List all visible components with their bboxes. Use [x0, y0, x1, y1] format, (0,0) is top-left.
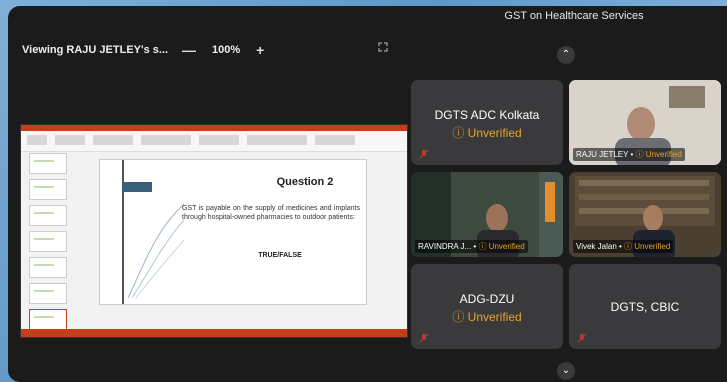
participant-tile[interactable]: DGTS ADC Kolkata ⓘ Unverified	[411, 80, 563, 165]
slide-canvas: Question 2 GST is payable on the supply …	[99, 159, 367, 305]
participant-tile[interactable]: ADG-DZU ⓘ Unverified	[411, 264, 563, 349]
slide-thumbnail[interactable]	[29, 283, 67, 304]
slide-thumbnail[interactable]	[29, 231, 67, 252]
mic-off-icon	[419, 149, 429, 159]
chevron-up-icon[interactable]: ⌃	[557, 46, 575, 64]
participant-tile-video[interactable]: RAVINDRA J... • ⓘ Unverified	[411, 172, 563, 257]
mic-off-icon	[577, 333, 587, 343]
slide-thumbnail-selected[interactable]	[29, 309, 67, 330]
slide-thumbnail[interactable]	[29, 153, 67, 174]
shared-screen: Question 2 GST is payable on the supply …	[20, 124, 408, 338]
zoom-out-button[interactable]: —	[182, 42, 196, 58]
slide-accent-tag	[122, 182, 152, 192]
participant-tile-video[interactable]: RAJU JETLEY • ⓘ Unverified	[569, 80, 721, 165]
share-title: Viewing RAJU JETLEY's s...	[22, 44, 169, 56]
zoom-level: 100%	[212, 44, 241, 56]
chevron-down-icon[interactable]: ⌄	[557, 362, 575, 380]
participant-status: ⓘ Unverified	[452, 310, 522, 324]
participant-name: DGTS ADC Kolkata	[434, 108, 540, 122]
expand-icon[interactable]	[378, 42, 388, 52]
slide-answer-options: TRUE/FALSE	[258, 252, 302, 259]
slide-question-body: GST is payable on the supply of medicine…	[182, 205, 360, 221]
slide-thumbnail[interactable]	[29, 179, 67, 200]
slide-thumbnail[interactable]	[29, 257, 67, 278]
meeting-title: GST on Healthcare Services	[504, 10, 644, 22]
warning-icon: ⓘ	[452, 126, 468, 140]
participant-tile-video[interactable]: Vivek Jalan • ⓘ Unverified	[569, 172, 721, 257]
participant-status: ⓘ Unverified	[452, 126, 522, 140]
participant-tile[interactable]: DGTS, CBIC	[569, 264, 721, 349]
screen-share-toolbar: Viewing RAJU JETLEY's s... — 100% +	[22, 38, 274, 62]
mic-off-icon	[419, 333, 429, 343]
participant-name: ADG-DZU	[459, 292, 515, 306]
slide-thumbnails	[23, 153, 67, 330]
warning-icon: ⓘ	[452, 310, 468, 324]
zoom-in-button[interactable]: +	[256, 42, 264, 58]
participant-label: RAJU JETLEY • ⓘ Unverified	[573, 148, 685, 161]
participant-name: DGTS, CBIC	[610, 300, 680, 314]
leaf-decoration	[127, 203, 185, 299]
participant-label: RAVINDRA J... • ⓘ Unverified	[415, 240, 528, 253]
slide-question-title: Question 2	[276, 176, 334, 188]
slide-thumbnail[interactable]	[29, 205, 67, 226]
ppt-ribbon	[21, 131, 407, 152]
participant-label: Vivek Jalan • ⓘ Unverified	[573, 240, 674, 253]
meeting-window: Viewing RAJU JETLEY's s... — 100% + Ques…	[8, 6, 727, 382]
ppt-statusbar	[21, 329, 407, 337]
